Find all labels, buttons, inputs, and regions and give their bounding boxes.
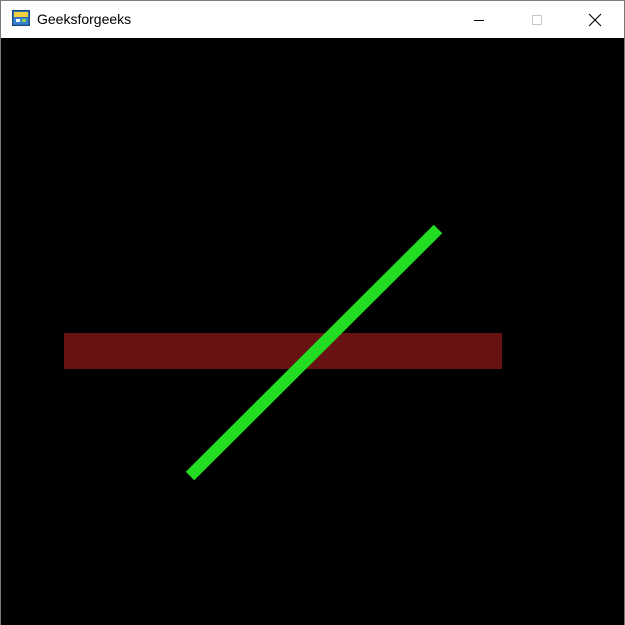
horizontal-bar bbox=[64, 333, 502, 369]
close-button[interactable] bbox=[566, 1, 624, 38]
maximize-icon bbox=[532, 14, 542, 25]
python-app-icon bbox=[12, 10, 30, 26]
minimize-icon bbox=[474, 19, 484, 21]
close-icon bbox=[588, 13, 602, 26]
canvas-surface bbox=[64, 224, 502, 481]
minimize-button[interactable] bbox=[450, 1, 508, 38]
app-window: Geeksforgeeks bbox=[0, 0, 625, 625]
window-title: Geeksforgeeks bbox=[37, 11, 132, 27]
title-bar[interactable]: Geeksforgeeks bbox=[1, 0, 624, 38]
maximize-button[interactable] bbox=[508, 1, 566, 38]
drawing-canvas[interactable] bbox=[1, 38, 624, 625]
